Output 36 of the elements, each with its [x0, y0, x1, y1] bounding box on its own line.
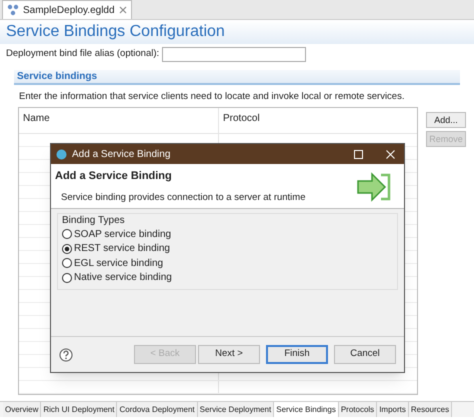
help-icon[interactable] [59, 348, 73, 362]
dialog-description: Service binding provides connection to a server at runtime [60, 190, 306, 204]
radio-button[interactable] [62, 229, 72, 240]
dialog-title: Add a Service Binding [72, 148, 172, 162]
radio-button[interactable] [62, 272, 72, 283]
radio-option[interactable]: Native service binding [62, 270, 393, 285]
dialog-heading: Add a Service Binding [55, 169, 173, 184]
radio-option[interactable]: SOAP service binding [62, 227, 393, 242]
group-label: Binding Types [62, 215, 126, 227]
editor-page-tab[interactable]: Cordova Deployment [117, 402, 198, 418]
editor-page-tab[interactable]: Resources [408, 402, 452, 418]
section-description: Enter the information that service clients need to locate and invoke local or remote services. [19, 91, 404, 102]
radio-button[interactable] [62, 258, 72, 268]
editor-page-tab[interactable]: Protocols [338, 402, 378, 418]
alias-field[interactable] [162, 47, 306, 62]
editor-page-tab[interactable]: Rich UI Deployment [41, 402, 118, 418]
editor-page-tab[interactable]: Imports [377, 402, 409, 418]
page-title: Service Bindings Configuration [6, 22, 225, 42]
dialog-button[interactable]: Next > [198, 345, 260, 364]
radio-option[interactable]: EGL service binding [62, 256, 393, 270]
radio-option[interactable]: REST service binding [62, 242, 393, 256]
radio-button[interactable] [62, 244, 72, 254]
hierarchy-icon [7, 4, 19, 16]
field-label: Deployment bind file alias (optional): [6, 47, 160, 62]
dialog-button[interactable]: Finish [266, 345, 328, 364]
editor-page-tab[interactable]: Overview [3, 402, 42, 418]
dialog-button[interactable]: Cancel [334, 345, 396, 364]
editor-page-tab[interactable]: Service Bindings [274, 402, 339, 418]
column-header[interactable]: Protocol [219, 108, 417, 134]
maximize-icon[interactable] [354, 150, 363, 158]
editor-tab[interactable]: SampleDeploy.egldd [2, 0, 132, 19]
column-header[interactable]: Name [19, 108, 219, 134]
section-title: Service bindings [17, 70, 98, 84]
app-icon [56, 148, 67, 160]
add-button[interactable]: Add... [426, 112, 466, 128]
editor-page-tab[interactable]: Service Deployment [198, 402, 274, 418]
